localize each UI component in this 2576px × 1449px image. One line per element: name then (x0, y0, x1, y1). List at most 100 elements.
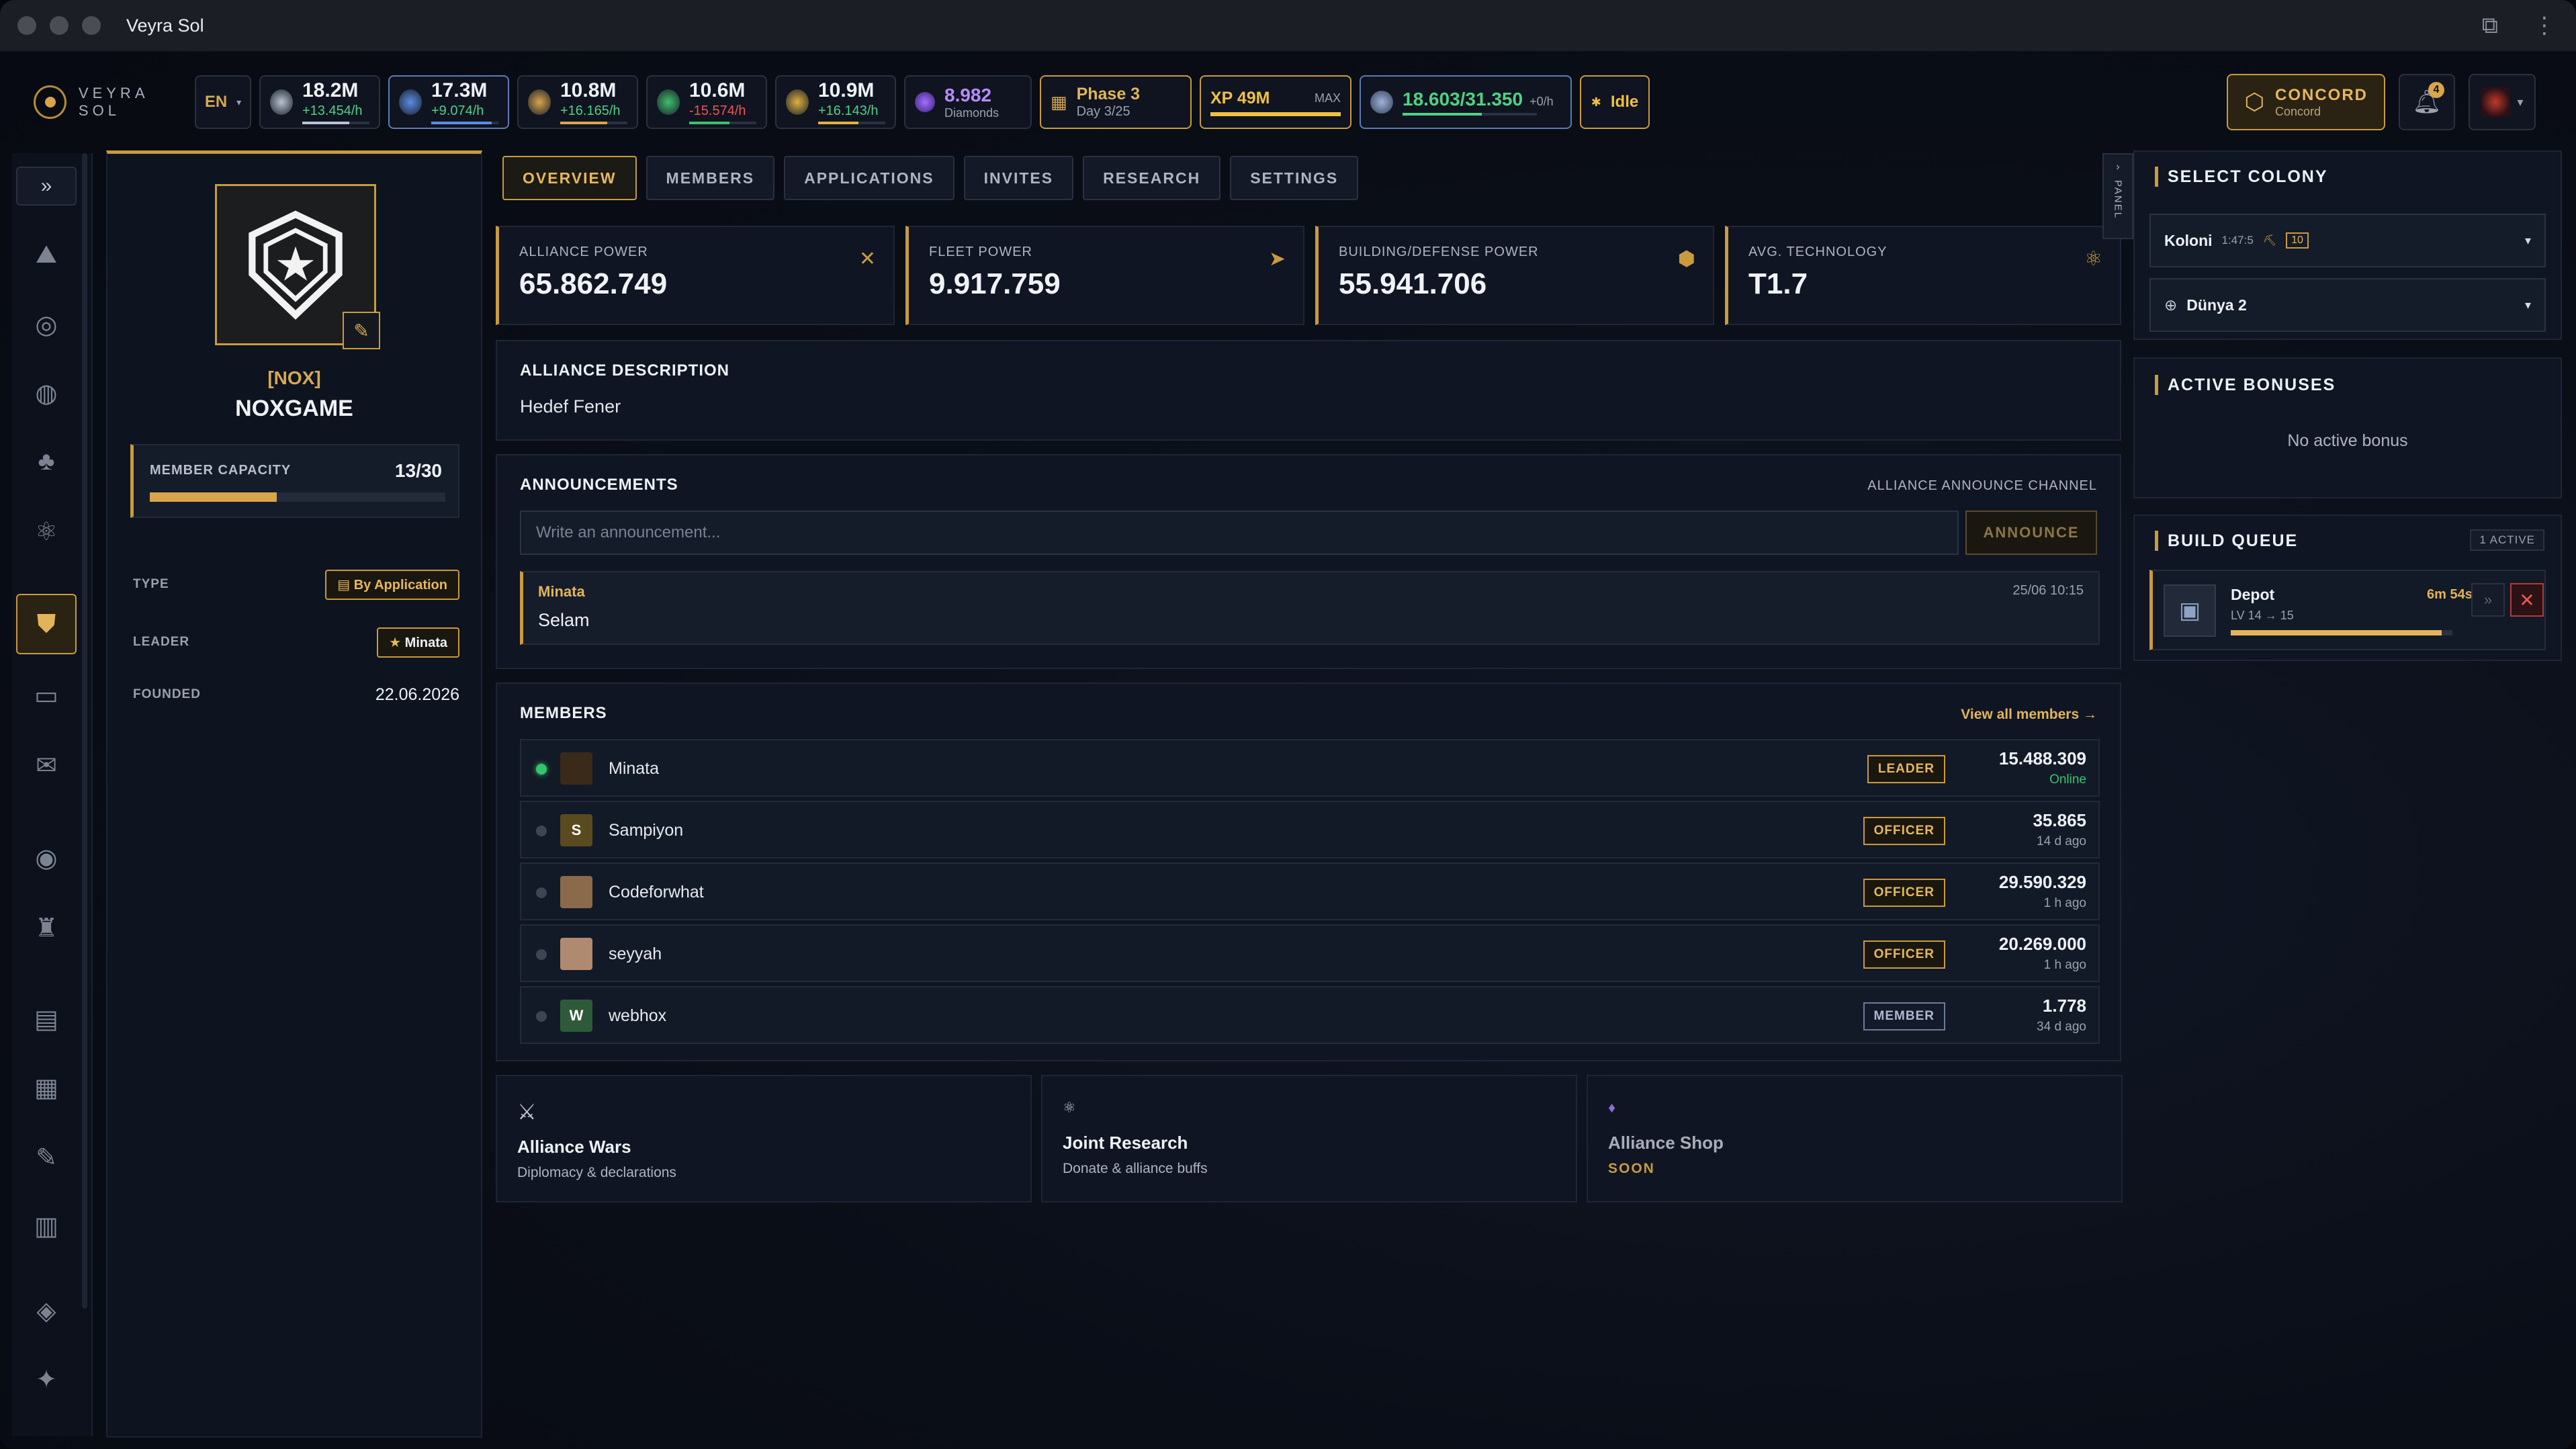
sidebar-item-forest[interactable]: ♣ (16, 431, 77, 492)
resource-gold[interactable]: 10.9M +16.143/h (775, 75, 896, 129)
status-indicator[interactable]: ✱ Idle (1580, 75, 1650, 129)
type-badge[interactable]: ▤ By Application (325, 569, 459, 600)
capacity-label: MEMBER CAPACITY (150, 463, 292, 478)
sidebar-item-guide[interactable]: ▥ (16, 1196, 77, 1256)
gem-icon: ♦ (1608, 1099, 1616, 1116)
stat-building-defense-power: BUILDING/DEFENSE POWER 55.941.706 ⬢ (1315, 226, 1714, 325)
resource-metal[interactable]: 18.2M +13.454/h (259, 75, 380, 129)
member-row[interactable]: Codeforwhat OFFICER 29.590.329 1 h ago (520, 863, 2100, 920)
online-status-dot (536, 826, 547, 836)
sidebar-item-grid[interactable]: ▦ (16, 1057, 77, 1118)
grid-icon: ▦ (34, 1073, 58, 1102)
xp-indicator[interactable]: XP 49M MAX (1200, 75, 1351, 129)
phase-title: Phase 3 (1076, 85, 1141, 103)
feature-subtitle: Diplomacy & declarations (517, 1165, 676, 1180)
tab-overview[interactable]: OVERVIEW (502, 156, 637, 200)
resource-fuel[interactable]: 10.8M +16.165/h (517, 75, 638, 129)
extensions-icon[interactable]: ⧉ (2482, 13, 2498, 39)
tab-applications[interactable]: APPLICATIONS (784, 156, 954, 200)
sidebar-item-chat[interactable]: ▭ (16, 665, 77, 726)
profile-menu[interactable]: ▾ (2469, 74, 2536, 130)
sidebar-item-research[interactable]: ⚛ (16, 501, 77, 562)
announce-button[interactable]: ANNOUNCE (1965, 511, 2097, 555)
cancel-build-button[interactable]: ✕ (2510, 583, 2544, 617)
expand-sidebar-button[interactable]: » (16, 167, 77, 206)
member-row[interactable]: S Sampiyon OFFICER 35.865 14 d ago (520, 801, 2100, 859)
resource-value: 17.3M (431, 79, 488, 101)
tab-invites[interactable]: INVITES (963, 156, 1074, 200)
base-icon: ⛰ (36, 240, 57, 269)
tab-research[interactable]: RESEARCH (1083, 156, 1221, 200)
sidebar-item-mail[interactable]: ✉ (16, 735, 77, 795)
announcement-input[interactable] (520, 511, 1959, 555)
alliance-name: NOXGAME (235, 396, 353, 421)
view-all-members-link[interactable]: View all members → (1961, 707, 2097, 723)
resource-rate: +13.454/h (302, 103, 363, 118)
stat-alliance-power: ALLIANCE POWER 65.862.749 ✕ (496, 226, 895, 325)
member-role-badge: LEADER (1867, 755, 1945, 783)
brand-logo[interactable]: VEYRA SOL (34, 85, 195, 120)
feature-subtitle: Donate & alliance buffs (1063, 1161, 1208, 1176)
sidebar-item-ranking[interactable]: ♜ (16, 897, 77, 958)
sidebar-item-galaxy[interactable]: ◎ (16, 294, 77, 355)
diamonds-counter[interactable]: 8.982 Diamonds (904, 75, 1032, 129)
app-window: Veyra Sol ⧉ ⋮ VEYRA SOL EN ▾ 18.2M +13.45… (0, 0, 2576, 1449)
speed-up-button[interactable]: » (2471, 583, 2505, 617)
chevron-right-icon: › (2116, 161, 2120, 173)
idle-icon: ✱ (1591, 95, 1601, 109)
panel-toggle[interactable]: › PANEL (2102, 153, 2133, 239)
population-icon (1370, 91, 1393, 114)
sidebar-item-planet[interactable]: ◍ (16, 363, 77, 423)
avatar (560, 876, 592, 908)
colony-select[interactable]: Koloni 1:47:5 ⛏ 10 ▾ (2149, 214, 2546, 267)
notifications-button[interactable]: 🔔︎ 4 (2399, 74, 2455, 130)
sidebar-item-alliance[interactable]: ⛊ (16, 594, 77, 654)
sidebar-item-events[interactable]: ✦ (16, 1349, 77, 1409)
faction-button[interactable]: ⬡ CONCORD Concord (2227, 74, 2385, 130)
minimize-window-button[interactable] (50, 16, 69, 35)
more-options-icon[interactable]: ⋮ (2533, 12, 2556, 39)
feature-joint-research[interactable]: ⚛ Joint Research Donate & alliance buffs (1041, 1075, 1577, 1202)
sidebar-scrollbar[interactable] (82, 153, 87, 1309)
member-row[interactable]: Wwebhox MEMBER 1.778 34 d ago (520, 986, 2100, 1044)
leader-badge[interactable]: ★ Minata (377, 627, 459, 658)
announcement-body: Selam (538, 610, 590, 630)
chevron-down-icon: ▾ (2524, 298, 2531, 312)
population-indicator[interactable]: 18.603/31.350 +0/h (1360, 75, 1572, 129)
planet-select[interactable]: ⊕ Dünya 2 ▾ (2149, 278, 2546, 332)
sidebar-item-reports[interactable]: ▤ (16, 989, 77, 1049)
edit-emblem-button[interactable]: ✎ (343, 312, 380, 349)
resource-bar (689, 121, 756, 124)
sidebar-item-tools[interactable]: ✎ (16, 1127, 77, 1188)
close-window-button[interactable] (17, 16, 36, 35)
chevron-down-icon: ▾ (2517, 95, 2524, 109)
tab-settings[interactable]: SETTINGS (1230, 156, 1359, 200)
feature-alliance-wars[interactable]: ⚔ Alliance Wars Diplomacy & declarations (496, 1075, 1032, 1202)
active-bonuses-card: ACTIVE BONUSES No active bonus (2133, 357, 2562, 498)
member-row[interactable]: Minata LEADER 15.488.309 Online (520, 739, 2100, 797)
resource-hud: VEYRA SOL EN ▾ 18.2M +13.454/h 17.3M +9.074… (0, 63, 2576, 141)
stat-label: BUILDING/DEFENSE POWER (1339, 245, 1539, 259)
member-power: 35.865 (2033, 810, 2086, 830)
resource-bar (560, 121, 627, 124)
document-icon: ▤ (337, 577, 354, 592)
sidebar-item-target[interactable]: ◉ (16, 828, 77, 888)
building-level: LV 14 → 15 (2231, 609, 2294, 622)
phase-indicator[interactable]: ▦ Phase 3 Day 3/25 (1040, 75, 1192, 129)
metal-icon (270, 89, 293, 115)
member-power: 15.488.309 (1998, 748, 2086, 769)
crossed-swords-icon: ⚔ (517, 1100, 537, 1124)
resource-bio[interactable]: 10.6M -15.574/h (646, 75, 767, 129)
member-role-badge: OFFICER (1863, 879, 1945, 907)
maximize-window-button[interactable] (82, 16, 101, 35)
language-selector[interactable]: EN ▾ (195, 75, 251, 129)
sidebar-item-shop[interactable]: ◈ (16, 1280, 77, 1341)
alliance-tabs: OVERVIEW MEMBERS APPLICATIONS INVITES RE… (502, 156, 1359, 200)
shield-icon: ⛊ (36, 609, 56, 638)
member-row[interactable]: seyyah OFFICER 20.269.000 1 h ago (520, 924, 2100, 982)
diamond-icon (915, 92, 935, 112)
member-name: seyyah (609, 945, 662, 963)
sidebar-item-base[interactable]: ⛰ (16, 224, 77, 285)
tab-members[interactable]: MEMBERS (646, 156, 775, 200)
resource-crystal[interactable]: 17.3M +9.074/h (388, 75, 509, 129)
